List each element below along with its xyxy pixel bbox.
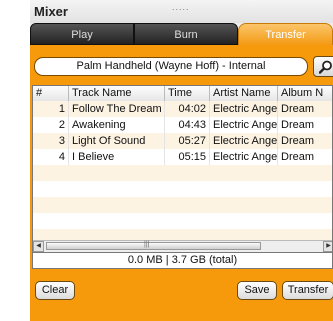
album-name: Dream [278, 101, 332, 117]
artist-name: Electric Angel [210, 133, 278, 149]
column-header-artist-name[interactable]: Artist Name [210, 86, 278, 101]
track-name: I Believe [69, 149, 165, 165]
track-name: Awakening [69, 117, 165, 133]
transfer-panel: Palm Handheld (Wayne Hoff) - Internal # … [30, 45, 333, 321]
artist-name: Electric Angel [210, 101, 278, 117]
tab-play[interactable]: Play [30, 23, 134, 45]
save-button[interactable]: Save [237, 281, 277, 300]
search-button[interactable] [313, 56, 333, 77]
track-time: 04:02 [165, 101, 210, 117]
mixer-window: Mixer ..... Play Burn Transfer Palm Hand… [30, 0, 333, 321]
column-header-number[interactable]: # [33, 86, 69, 101]
empty-row [33, 213, 332, 229]
track-number: 3 [33, 133, 69, 149]
search-icon [319, 60, 332, 74]
column-header-track-name[interactable]: Track Name [69, 86, 165, 101]
table-row[interactable]: 3 Light Of Sound 05:27 Electric Angel Dr… [33, 133, 332, 149]
track-name: Light Of Sound [69, 133, 165, 149]
artist-name: Electric Angel [210, 117, 278, 133]
album-name: Dream [278, 133, 332, 149]
track-time: 05:27 [165, 133, 210, 149]
transfer-button[interactable]: Transfer [282, 281, 333, 300]
column-header-album-name[interactable]: Album N [278, 86, 332, 101]
empty-row [33, 181, 332, 197]
empty-row [33, 165, 332, 181]
clear-button[interactable]: Clear [35, 281, 75, 300]
horizontal-scrollbar[interactable]: ◀ ||| ▶ [33, 240, 332, 252]
status-bar: 0.0 MB | 3.7 GB (total) [32, 253, 333, 269]
track-time: 04:43 [165, 117, 210, 133]
track-number: 4 [33, 149, 69, 165]
table-row[interactable]: 4 I Believe 05:15 Electric Angel Dream [33, 149, 332, 165]
track-table: # Track Name Time Artist Name Album N 1 … [32, 85, 333, 253]
table-body: 1 Follow The Dream 04:02 Electric Angel … [33, 101, 332, 252]
thumb-grip-icon: ||| [144, 241, 150, 248]
storage-status: 0.0 MB | 3.7 GB (total) [127, 254, 238, 266]
tab-burn[interactable]: Burn [134, 23, 238, 45]
title-bar[interactable]: Mixer ..... [30, 0, 333, 23]
table-row[interactable]: 1 Follow The Dream 04:02 Electric Angel … [33, 101, 332, 117]
table-row[interactable]: 2 Awakening 04:43 Electric Angel Dream [33, 117, 332, 133]
empty-row [33, 197, 332, 213]
drag-grip[interactable]: ..... [172, 2, 190, 12]
track-name: Follow The Dream [69, 101, 165, 117]
track-time: 05:15 [165, 149, 210, 165]
album-name: Dream [278, 117, 332, 133]
tab-bar: Play Burn Transfer [30, 23, 333, 45]
tab-transfer[interactable]: Transfer [238, 23, 333, 45]
album-name: Dream [278, 149, 332, 165]
track-number: 2 [33, 117, 69, 133]
track-number: 1 [33, 101, 69, 117]
scroll-right-arrow-icon[interactable]: ▶ [323, 241, 332, 252]
table-header: # Track Name Time Artist Name Album N [33, 86, 332, 102]
window-title: Mixer [34, 4, 68, 19]
scroll-left-arrow-icon[interactable]: ◀ [33, 241, 44, 252]
artist-name: Electric Angel [210, 149, 278, 165]
scrollbar-thumb[interactable]: ||| [46, 241, 261, 250]
device-selector[interactable]: Palm Handheld (Wayne Hoff) - Internal [34, 57, 308, 76]
column-header-time[interactable]: Time [165, 86, 210, 101]
